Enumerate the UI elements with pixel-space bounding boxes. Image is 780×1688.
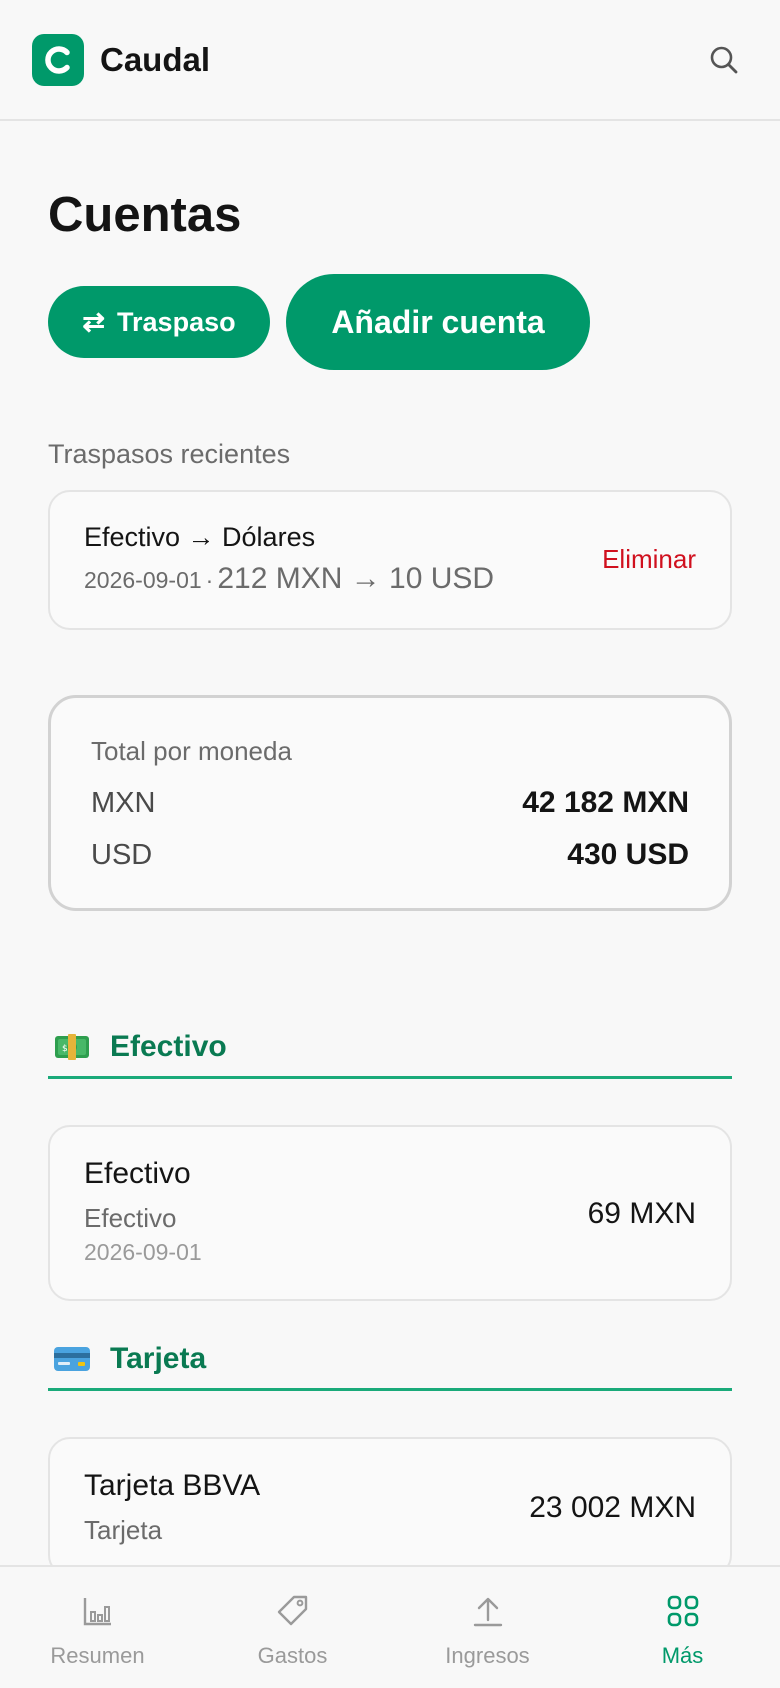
group-title: Tarjeta: [110, 1341, 207, 1375]
currency-total: 430 USD: [567, 838, 689, 871]
account-name: Efectivo: [84, 1157, 191, 1190]
nav-item-mas[interactable]: Más: [585, 1567, 780, 1688]
totals-title: Total por moneda: [91, 736, 292, 766]
delete-transfer-button[interactable]: Eliminar: [602, 544, 696, 575]
account-balance: 69 MXN: [587, 1197, 696, 1230]
account-type: Tarjeta: [84, 1515, 163, 1545]
currency-label: MXN: [91, 787, 156, 819]
add-account-button[interactable]: Añadir cuenta: [286, 274, 590, 370]
account-type: Efectivo: [84, 1203, 177, 1233]
search-icon: [710, 46, 738, 73]
tag-icon: [273, 1591, 313, 1631]
transfer-date: 2026-09-01: [84, 567, 202, 593]
transfer-button[interactable]: ⇄ Traspaso: [48, 286, 270, 358]
account-card-cash[interactable]: Efectivo Efectivo 2026-09-01 69 MXN: [48, 1125, 732, 1301]
page-title: Cuentas: [48, 188, 242, 242]
nav-label: Resumen: [50, 1643, 145, 1668]
totals-row: MXN 42 182 MXN: [91, 786, 689, 820]
search-button[interactable]: [700, 36, 748, 84]
transfer-details: 2026-09-01 · 212 MXN → 10 USD: [84, 562, 494, 596]
group-header-cash: $ Efectivo: [48, 1017, 732, 1079]
group-header-card: Tarjeta: [48, 1329, 732, 1391]
credit-card-icon: [52, 1339, 92, 1379]
money-icon: $: [52, 1027, 92, 1067]
currency-label: USD: [91, 839, 153, 871]
top-bar: Caudal: [0, 0, 780, 121]
account-card-bbva[interactable]: Tarjeta BBVA Tarjeta 23 002 MXN: [48, 1437, 732, 1577]
transfer-icon: ⇄: [82, 306, 106, 337]
transfer-title: Efectivo → Dólares: [84, 522, 316, 552]
chart-icon: [78, 1591, 118, 1631]
transfer-amount: 212 MXN → 10 USD: [217, 562, 495, 595]
account-date: 2026-09-01: [84, 1239, 202, 1265]
totals-card: Total por moneda MXN 42 182 MXN USD 430 …: [48, 695, 732, 911]
nav-label: Más: [661, 1643, 704, 1668]
app-name: Caudal: [100, 40, 211, 78]
totals-row: USD 430 USD: [91, 838, 689, 872]
recent-transfers-label: Traspasos recientes: [48, 439, 291, 469]
nav-item-resumen[interactable]: Resumen: [0, 1567, 195, 1688]
upload-icon: [468, 1591, 508, 1631]
logo-c-icon: [45, 45, 70, 74]
currency-total: 42 182 MXN: [522, 786, 689, 819]
account-balance: 23 002 MXN: [529, 1491, 696, 1524]
nav-item-ingresos[interactable]: Ingresos: [390, 1567, 585, 1688]
nav-item-gastos[interactable]: Gastos: [195, 1567, 390, 1688]
group-title: Efectivo: [110, 1029, 227, 1063]
account-name: Tarjeta BBVA: [84, 1469, 261, 1502]
nav-label: Ingresos: [445, 1643, 530, 1668]
svg-text:$: $: [62, 1044, 68, 1054]
bottom-nav: Resumen Gastos Ingresos Más: [0, 1565, 780, 1688]
separator: ·: [205, 567, 214, 593]
transfer-button-label: Traspaso: [117, 306, 236, 337]
nav-label: Gastos: [257, 1643, 328, 1668]
transfer-card: Efectivo → Dólares 2026-09-01 · 212 MXN …: [48, 490, 732, 630]
grid-icon: [663, 1591, 703, 1631]
app-logo: [32, 33, 84, 86]
